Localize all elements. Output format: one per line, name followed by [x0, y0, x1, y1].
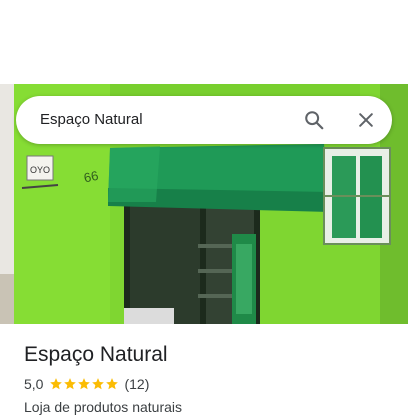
- search-icon: [305, 111, 324, 130]
- close-icon: [359, 113, 373, 127]
- place-title: Espaço Natural: [24, 343, 168, 366]
- rating-row[interactable]: 5,0 (12): [24, 375, 149, 393]
- star-icon: [64, 378, 77, 390]
- search-input[interactable]: Espaço Natural: [40, 110, 143, 130]
- star-icon: [106, 378, 119, 390]
- clear-search-button[interactable]: [354, 108, 378, 132]
- search-bar[interactable]: Espaço Natural: [16, 96, 392, 144]
- rating-value: 5,0: [24, 376, 44, 392]
- place-category: Loja de produtos naturais: [24, 399, 182, 415]
- review-count[interactable]: (12): [124, 376, 149, 392]
- rating-stars: [49, 377, 119, 391]
- door-number: 66: [82, 168, 99, 186]
- sign-text: OYO: [30, 165, 50, 175]
- star-icon: [50, 378, 63, 390]
- star-icon: [92, 378, 105, 390]
- star-icon: [78, 378, 91, 390]
- search-button[interactable]: [302, 108, 326, 132]
